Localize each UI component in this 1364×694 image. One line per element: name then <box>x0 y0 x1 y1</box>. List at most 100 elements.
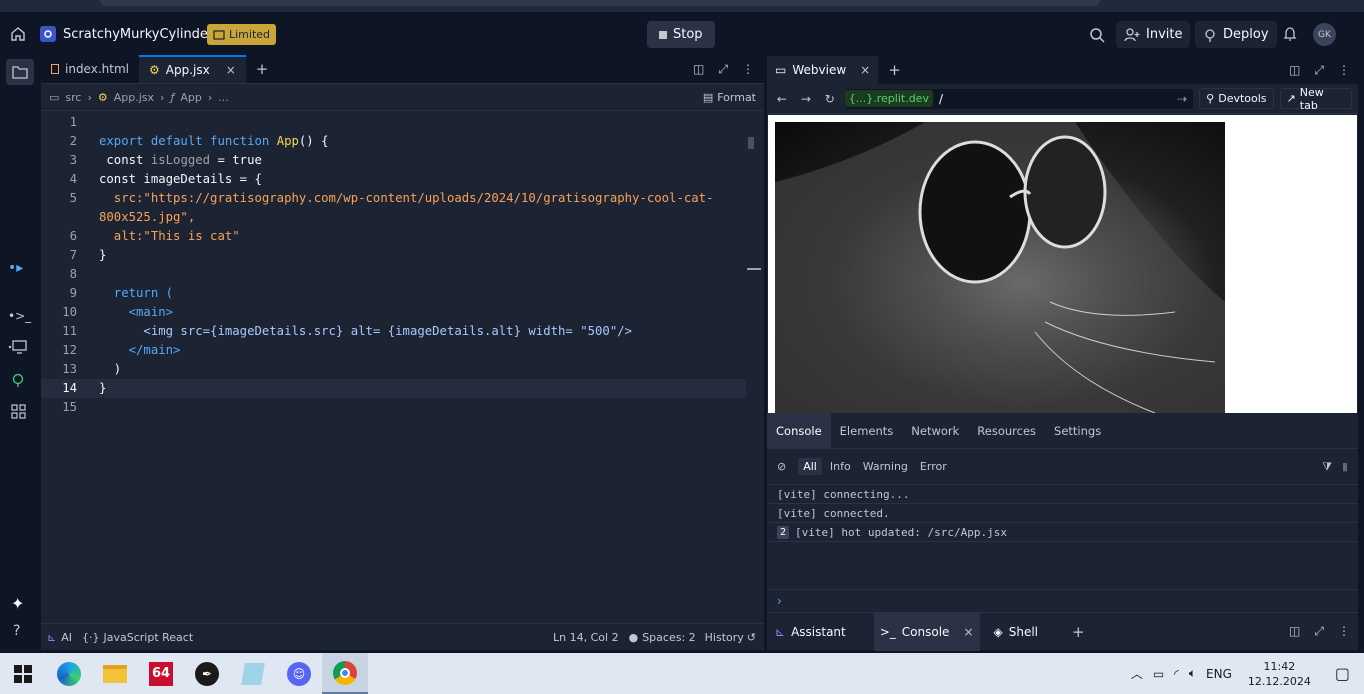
more-icon[interactable]: ⋮ <box>742 62 754 76</box>
filter-info[interactable]: Info <box>826 458 855 475</box>
breadcrumb-item[interactable]: src <box>65 91 81 104</box>
apps-grid-icon[interactable] <box>11 404 27 423</box>
project-name[interactable]: ScratchyMurkyCylinders <box>63 27 220 42</box>
more-icon[interactable]: ⋮ <box>1338 624 1350 639</box>
language-icon: {·} <box>82 630 100 644</box>
back-icon[interactable]: ← <box>773 92 791 106</box>
sparkle-icon[interactable]: ✦ <box>11 594 24 613</box>
split-icon[interactable]: ◫ <box>1289 63 1300 78</box>
editor-toolbar: ◫ ⤢ ⋮ <box>683 55 764 83</box>
trash-icon[interactable]: ▮ <box>1342 460 1348 473</box>
new-tab-button[interactable]: + <box>888 61 901 79</box>
language-indicator[interactable]: ENG <box>1206 667 1232 681</box>
stop-button[interactable]: Stop <box>647 21 715 48</box>
split-icon[interactable]: ◫ <box>1289 624 1300 639</box>
clock[interactable]: 11:42 12.12.2024 <box>1248 659 1311 689</box>
url-field[interactable]: {...}.replit.dev / ⇢ <box>844 88 1194 109</box>
close-icon[interactable]: × <box>860 63 870 77</box>
search-icon[interactable] <box>1089 27 1105 43</box>
edge-browser-icon[interactable] <box>46 653 92 694</box>
pen-tool-icon[interactable]: ✒ <box>184 653 230 694</box>
expand-icon[interactable]: ⤢ <box>1314 63 1324 78</box>
webview-icon[interactable] <box>8 340 28 357</box>
agent-icon[interactable]: •▸ <box>8 260 23 276</box>
console-icon[interactable]: •>_ <box>8 309 31 323</box>
minimap-marker <box>747 268 761 270</box>
go-icon[interactable]: ⇢ <box>1177 92 1187 106</box>
ai-status[interactable]: AI <box>61 631 72 644</box>
tab-console-bottom[interactable]: >_ Console × <box>873 612 980 651</box>
log-text: [vite] hot updated: /src/App.jsx <box>795 525 1007 539</box>
tab-label: Console <box>901 624 950 639</box>
close-icon[interactable]: × <box>963 625 973 639</box>
bell-icon[interactable] <box>1282 26 1298 42</box>
tab-webview[interactable]: ▭ Webview × <box>767 56 879 84</box>
url-path[interactable]: / <box>939 92 943 106</box>
webview-viewport[interactable] <box>768 115 1357 413</box>
avatar[interactable]: GK <box>1313 23 1336 46</box>
deploy-button[interactable]: Deploy <box>1195 21 1277 48</box>
expand-icon[interactable]: ⤢ <box>1314 624 1324 639</box>
code-line: alt:"This is cat" <box>99 229 240 243</box>
breadcrumb-item[interactable]: App.jsx <box>114 91 154 104</box>
tab-label: App.jsx <box>165 63 210 77</box>
app-64-icon[interactable]: 64 <box>138 653 184 694</box>
console-tab-bar: Console Elements Network Resources Setti… <box>767 412 1358 449</box>
expand-icon[interactable]: ⤢ <box>718 62 728 77</box>
history-button[interactable]: History <box>705 631 744 644</box>
tab-console[interactable]: Console <box>767 412 831 449</box>
filter-error[interactable]: Error <box>916 458 951 475</box>
battery-icon[interactable]: ▭ <box>1153 667 1164 681</box>
new-tab-external-button[interactable]: ↗ New tab <box>1279 86 1353 112</box>
chevron-up-icon[interactable]: ︿ <box>1131 665 1143 682</box>
files-icon[interactable] <box>6 59 34 85</box>
chevron-right-icon: › <box>207 90 213 104</box>
indent-setting[interactable]: Spaces: 2 <box>642 631 695 644</box>
breadcrumb-item[interactable]: App <box>180 91 202 104</box>
code-line: return ( <box>99 286 174 300</box>
scrollbar-thumb[interactable] <box>748 137 754 149</box>
code-area[interactable]: 1 2 export default function App() { 3 con… <box>41 113 746 418</box>
tab-shell[interactable]: ◈ Shell <box>994 625 1039 639</box>
volume-icon[interactable]: 🔈︎ <box>1189 666 1196 681</box>
format-button[interactable]: ▤ Format <box>703 91 756 104</box>
chrome-icon[interactable] <box>322 653 368 694</box>
deploy-sidebar-icon[interactable] <box>11 373 25 390</box>
windows-start-icon[interactable] <box>0 653 46 694</box>
close-icon[interactable]: × <box>226 63 236 77</box>
tab-app-jsx[interactable]: ⚙ App.jsx × <box>138 55 246 83</box>
limited-badge[interactable]: Limited <box>207 24 277 45</box>
filter-all[interactable]: All <box>798 458 822 475</box>
filter-warning[interactable]: Warning <box>859 458 912 475</box>
editor-status-bar: ⊾ AI {·} JavaScript React Ln 14, Col 2 ●… <box>41 623 764 650</box>
discord-icon[interactable]: ☺ <box>276 653 322 694</box>
tab-index-html[interactable]: index.html <box>41 55 139 83</box>
history-icon: ↺ <box>746 630 756 644</box>
console-input[interactable]: › <box>767 589 1358 612</box>
more-icon[interactable]: ⋮ <box>1338 63 1350 78</box>
tab-elements[interactable]: Elements <box>831 413 903 449</box>
tab-network[interactable]: Network <box>902 413 968 449</box>
language-mode[interactable]: JavaScript React <box>104 631 194 644</box>
split-icon[interactable]: ◫ <box>693 62 704 76</box>
tab-settings[interactable]: Settings <box>1045 413 1110 449</box>
wifi-icon[interactable]: ◜ <box>1174 667 1179 681</box>
help-icon[interactable]: ? <box>13 623 20 639</box>
clear-console-icon[interactable]: ⊘ <box>777 460 786 473</box>
reload-icon[interactable]: ↻ <box>821 92 839 106</box>
devtools-button[interactable]: ⚲ Devtools <box>1199 88 1274 109</box>
new-tab-button[interactable]: + <box>1072 623 1085 641</box>
cursor-position[interactable]: Ln 14, Col 2 <box>553 631 619 644</box>
notes-app-icon[interactable] <box>230 653 276 694</box>
home-icon[interactable] <box>10 26 26 42</box>
line-number: 8 <box>69 267 77 281</box>
tab-resources[interactable]: Resources <box>968 413 1045 449</box>
file-explorer-icon[interactable] <box>92 653 138 694</box>
breadcrumb-item[interactable]: ... <box>218 91 229 104</box>
tab-assistant[interactable]: ⊾ Assistant <box>775 625 846 639</box>
filter-icon[interactable]: ⧩ <box>1322 460 1332 474</box>
invite-button[interactable]: Invite <box>1116 21 1191 48</box>
forward-icon[interactable]: → <box>797 92 815 106</box>
new-tab-button[interactable]: + <box>246 55 279 83</box>
notification-icon[interactable]: ▢ <box>1335 664 1350 683</box>
